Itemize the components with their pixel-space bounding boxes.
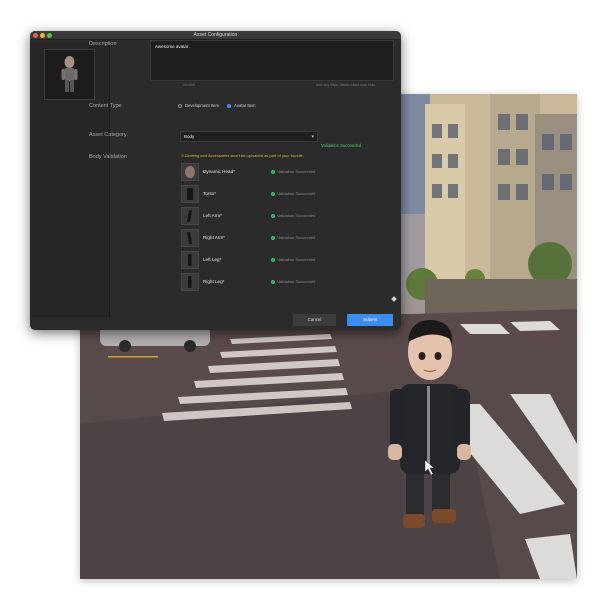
window-title: Asset Configuration bbox=[193, 32, 238, 38]
description-label: Description bbox=[89, 41, 117, 47]
dynamic-head-thumbnail bbox=[181, 163, 199, 181]
body-part-row: Right Arm* ✓ Validation Succeeded bbox=[181, 229, 331, 247]
avatar-thumbnail bbox=[44, 49, 95, 100]
body-part-row: Left Arm* ✓ Validation Succeeded bbox=[181, 207, 331, 225]
preview-pane bbox=[30, 41, 110, 317]
title-bar[interactable]: Asset Configuration bbox=[30, 31, 401, 40]
right-arm-thumbnail bbox=[181, 229, 199, 247]
radio-development-item[interactable]: Development Item bbox=[178, 103, 219, 108]
description-input[interactable]: Awesome avatar bbox=[150, 40, 394, 81]
description-value: Awesome avatar bbox=[155, 44, 189, 49]
body-part-row: Right Leg* ✓ Validation Succeeded bbox=[181, 273, 331, 291]
body-part-row: Dynamic Head* ✓ Validation Succeeded bbox=[181, 163, 331, 181]
radio-avatar-item[interactable]: Avatar Item bbox=[227, 103, 256, 109]
torso-thumbnail bbox=[181, 185, 199, 203]
cancel-button[interactable]: Cancel bbox=[293, 314, 336, 326]
right-leg-thumbnail bbox=[181, 273, 199, 291]
content-type-radio-group: Development Item Avatar Item bbox=[178, 103, 263, 108]
check-circle-icon: ✓ bbox=[271, 191, 275, 196]
asset-category-status: Validation Succeeded bbox=[321, 143, 362, 148]
body-part-row: Left Leg* ✓ Validation Succeeded bbox=[181, 251, 331, 269]
check-circle-icon: ✓ bbox=[271, 279, 275, 284]
check-circle-icon: ✓ bbox=[271, 257, 275, 262]
chevron-down-icon: ▾ bbox=[311, 134, 314, 140]
char-count: 14/1000 bbox=[182, 83, 195, 87]
add-link-hint: Add any https://www.roblox.com links bbox=[316, 83, 376, 87]
bundle-warning: ⚠Clothing and Accessories won't be uploa… bbox=[181, 153, 304, 158]
asset-category-value: Body bbox=[184, 134, 195, 139]
content-type-label: Content Type bbox=[89, 103, 122, 109]
check-circle-icon: ✓ bbox=[271, 213, 275, 218]
check-circle-icon: ✓ bbox=[271, 169, 275, 174]
body-part-row: Torso* ✓ Validation Succeeded bbox=[181, 185, 331, 203]
radio-off-icon bbox=[178, 104, 182, 109]
left-leg-thumbnail bbox=[181, 251, 199, 269]
left-arm-thumbnail bbox=[181, 207, 199, 225]
check-circle-icon: ✓ bbox=[271, 235, 275, 240]
submit-button[interactable]: Submit bbox=[347, 314, 393, 326]
asset-category-select[interactable]: Body ▾ bbox=[180, 131, 318, 142]
radio-on-icon bbox=[227, 104, 232, 109]
asset-category-label: Asset Category bbox=[89, 132, 127, 138]
body-validation-label: Body Validation bbox=[89, 154, 127, 160]
